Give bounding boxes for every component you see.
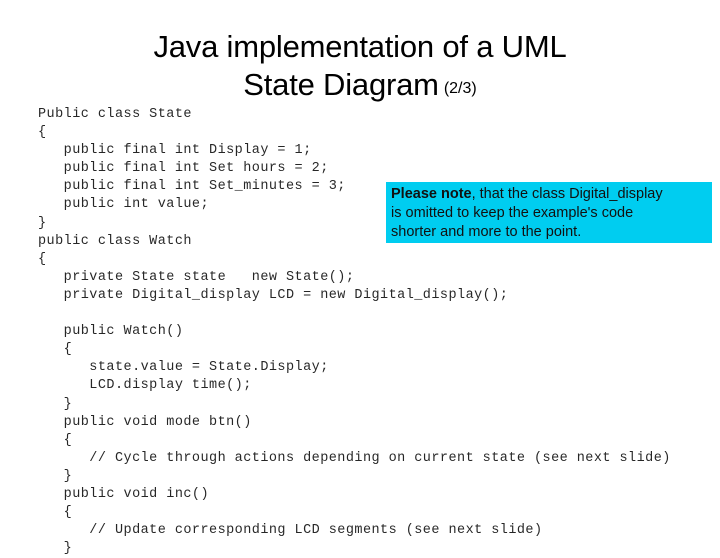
page-title: Java implementation of a UML State Diagr… — [40, 28, 680, 110]
title-line-1: Java implementation of a UML — [153, 29, 567, 64]
code-line: private Digital_display LCD = new Digita… — [38, 287, 509, 303]
title-line-2-wrap: State Diagram (2/3) — [40, 66, 680, 110]
code-line: { — [38, 432, 73, 448]
code-line: // Cycle through actions depending on cu… — [38, 450, 671, 466]
code-line: { — [38, 125, 47, 141]
code-line: state.value = State.Display; — [38, 360, 329, 376]
code-line: } — [38, 468, 73, 484]
note-line-1-rest: , that the class Digital_display — [471, 186, 663, 202]
code-line: public void inc() — [38, 486, 210, 502]
java-code-listing: Public class State { public final int Dis… — [38, 106, 720, 558]
note-line-3: shorter and more to the point. — [391, 224, 582, 241]
code-line: { — [38, 505, 73, 521]
code-line: LCD.display time(); — [38, 378, 252, 394]
note-line-1: Please note, that the class Digital_disp… — [391, 185, 708, 204]
code-line: public Watch() — [38, 324, 184, 340]
note-emphasis: Please note — [391, 186, 472, 202]
title-page-indicator: (2/3) — [443, 80, 477, 97]
code-line: } — [38, 396, 73, 412]
code-line: Public class State — [38, 107, 192, 122]
title-line-2: State Diagram — [243, 67, 439, 102]
note-line-2: is omitted to keep the example's code — [391, 205, 634, 222]
code-line: } — [38, 541, 73, 557]
code-line: public final int Set hours = 2; — [38, 161, 329, 177]
code-line: // Update corresponding LCD segments (se… — [38, 523, 543, 539]
note-callout-text: Please note, that the class Digital_disp… — [391, 185, 708, 243]
code-line: public final int Display = 1; — [38, 143, 312, 159]
note-callout-box: Please note, that the class Digital_disp… — [386, 182, 712, 243]
code-line: { — [38, 342, 73, 358]
code-line: public void mode btn() — [38, 414, 252, 430]
code-line: private State state new State(); — [38, 269, 355, 285]
code-line: { — [38, 251, 47, 267]
presentation-slide: Java implementation of a UML State Diagr… — [0, 0, 720, 556]
